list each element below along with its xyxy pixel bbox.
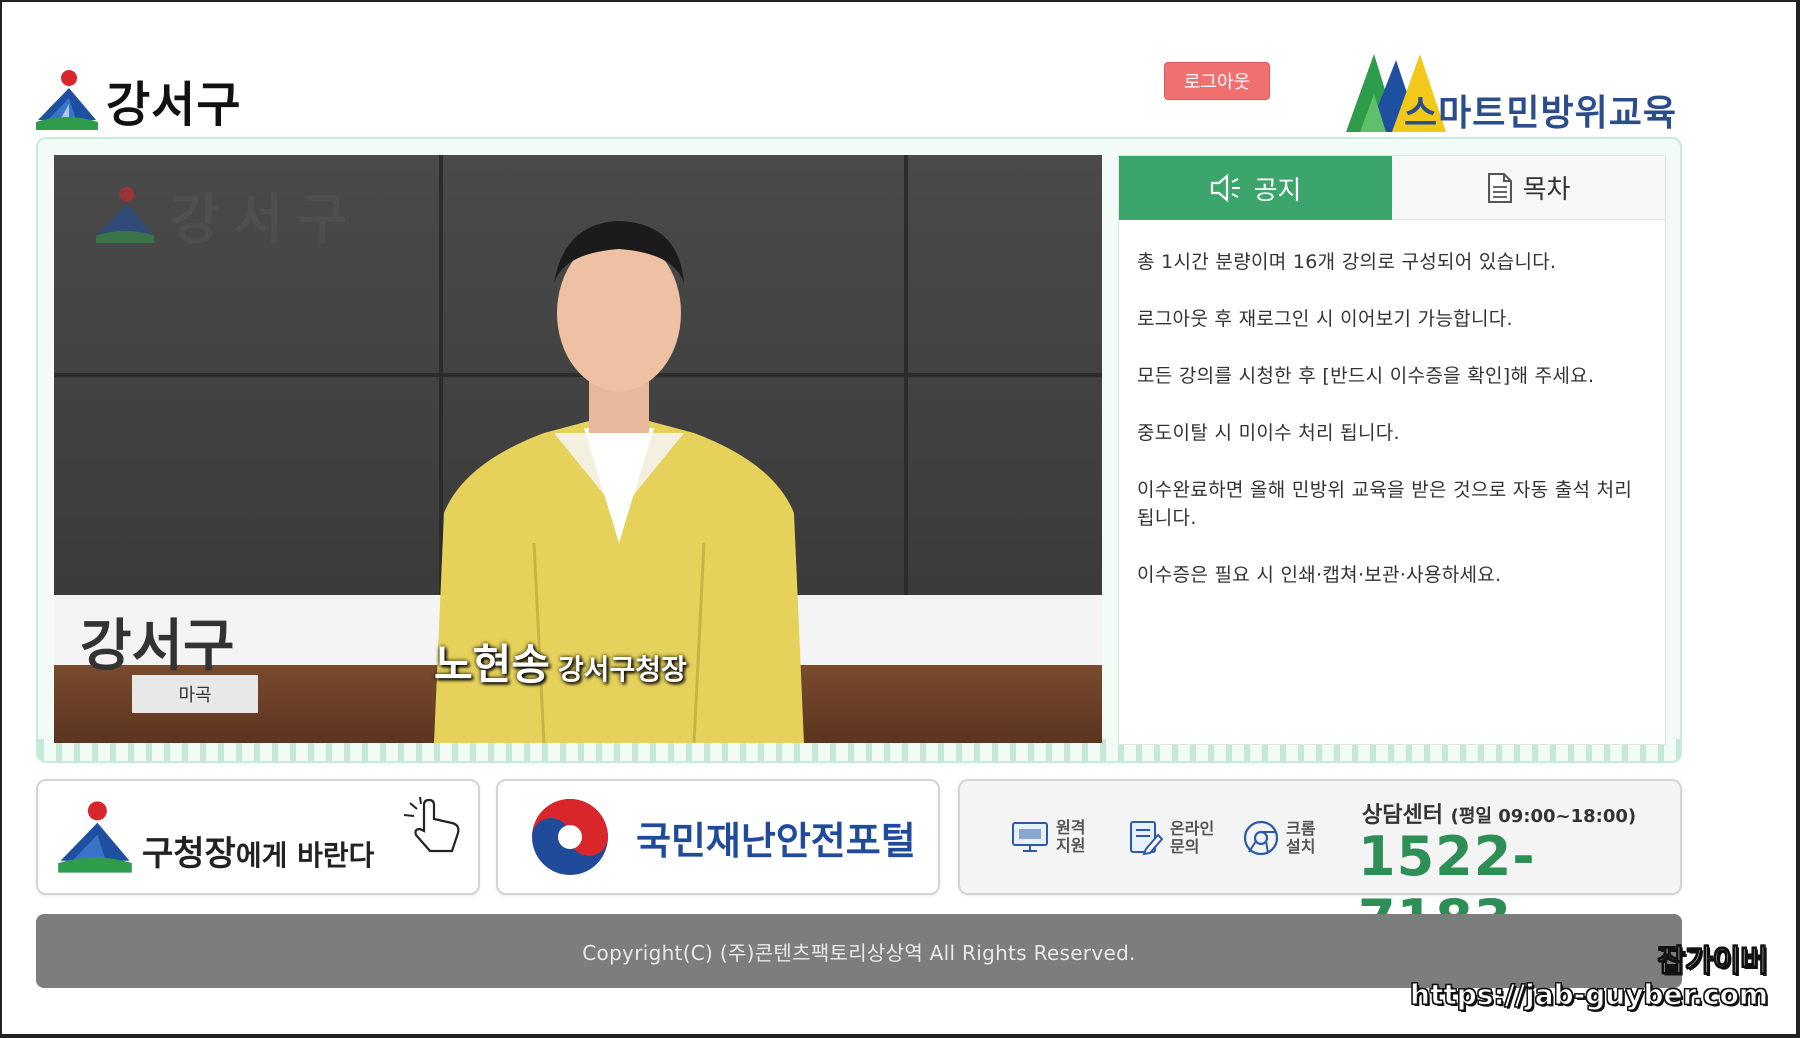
notice-content: 총 1시간 분량이며 16개 강의로 구성되어 있습니다. 로그아웃 후 재로그… xyxy=(1119,220,1665,589)
remote-support-icon xyxy=(1012,822,1048,852)
online-inquiry-link[interactable]: 온라인 문의 xyxy=(1128,819,1214,857)
notice-line: 모든 강의를 시청한 후 [반드시 이수증을 확인]해 주세요. xyxy=(1137,365,1595,387)
chrome-install-line2: 설치 xyxy=(1286,837,1316,856)
copyright-text: Copyright(C) (주)콘텐츠팩토리상상역 All Rights Res… xyxy=(582,940,1136,965)
notice-line: 총 1시간 분량이며 16개 강의로 구성되어 있습니다. xyxy=(1137,251,1557,273)
mayor-suggestion-strong: 구청장 xyxy=(142,833,236,874)
main-panel: 강서구 강서구 마곡 노현송 강서구청장 공지 목차 총 1시간 분량이며 16… xyxy=(36,137,1682,763)
video-watermark-logo: 강서구 xyxy=(96,175,361,254)
online-inquiry-icon xyxy=(1130,821,1164,856)
chrome-install-link[interactable]: 크롬 설치 xyxy=(1242,819,1315,857)
caption-name: 노현송 xyxy=(434,640,550,689)
notice-line: 이수증은 필요 시 인쇄·캡쳐·보관·사용하세요. xyxy=(1137,564,1502,586)
smart-civil-defense-logo[interactable]: 스마트민방위교육 xyxy=(1346,54,1682,134)
video-watermark-text: 강서구 xyxy=(170,188,362,251)
portal-label: 국민재난안전포털 xyxy=(636,818,916,863)
remote-support-line2: 지원 xyxy=(1056,836,1086,855)
gangseo-logo[interactable]: 강서구 xyxy=(36,68,242,133)
tab-bar: 공지 목차 xyxy=(1119,156,1665,220)
online-inquiry-line1: 온라인 xyxy=(1170,819,1215,838)
notice-line: 이수완료하면 올해 민방위 교육을 받은 것으로 자동 출석 처리됩니다. xyxy=(1137,479,1633,529)
remote-support-line1: 원격 xyxy=(1056,818,1086,837)
mayor-suggestion-banner[interactable]: 구청장에게 바란다 xyxy=(36,779,480,895)
online-inquiry-line2: 문의 xyxy=(1170,837,1200,856)
mayor-suggestion-label: 구청장에게 바란다 xyxy=(142,826,374,875)
hand-pointer-icon xyxy=(403,796,460,853)
site-watermark-url: https://jab-guyber.com xyxy=(1410,978,1769,1012)
caption-role: 강서구청장 xyxy=(557,653,687,686)
gangseo-emblem-icon xyxy=(58,801,132,873)
tab-notice-label: 공지 xyxy=(1253,175,1302,206)
tab-notice[interactable]: 공지 xyxy=(1119,156,1392,220)
remote-support-link[interactable]: 원격 지원 xyxy=(1010,819,1085,855)
gangseo-emblem-icon xyxy=(96,186,154,243)
tab-contents[interactable]: 목차 xyxy=(1392,156,1665,220)
chrome-install-line1: 크롬 xyxy=(1286,819,1316,838)
contact-center-hours: (평일 09:00~18:00) xyxy=(1450,806,1637,827)
video-sign-text: 강서구 xyxy=(80,614,235,679)
taegeuk-icon xyxy=(532,799,608,875)
tab-contents-label: 목차 xyxy=(1522,175,1571,205)
video-player[interactable]: 강서구 강서구 마곡 노현송 강서구청장 xyxy=(54,155,1102,743)
notice-line: 중도이탈 시 미이수 처리 됩니다. xyxy=(1137,422,1400,444)
browser-frame: 강서구 로그아웃 스마트민방위교육 강서구 강서구 마곡 노현송 강서구청장 공… xyxy=(0,0,1800,1038)
brand-title: 스마트민방위교육 xyxy=(1404,93,1677,134)
gangseo-emblem-icon xyxy=(36,68,98,132)
support-center-box: 원격지원 온라인문의 크롬설치 상담센터 (평일 09:00~18:00) xyxy=(958,779,1682,951)
speaker-icon xyxy=(1210,173,1240,203)
logout-button[interactable]: 로그아웃 xyxy=(1164,62,1270,100)
footer: Copyright(C) (주)콘텐츠팩토리상상역 All Rights Res… xyxy=(36,914,1682,988)
national-disaster-portal-banner[interactable]: 국민재난안전포털 xyxy=(496,779,940,895)
document-icon xyxy=(1487,172,1512,203)
info-panel: 공지 목차 총 1시간 분량이며 16개 강의로 구성되어 있습니다. 로그아웃… xyxy=(1118,155,1666,745)
district-name: 강서구 xyxy=(106,77,242,133)
chrome-icon xyxy=(1243,820,1279,856)
mayor-suggestion-rest: 에게 바란다 xyxy=(235,838,375,872)
site-watermark-title: 잡가이버 xyxy=(1657,944,1768,980)
video-caption: 노현송 강서구청장 xyxy=(434,631,687,692)
video-sign-tag: 마곡 xyxy=(132,675,258,713)
notice-line: 로그아웃 후 재로그인 시 이어보기 가능합니다. xyxy=(1137,308,1513,330)
